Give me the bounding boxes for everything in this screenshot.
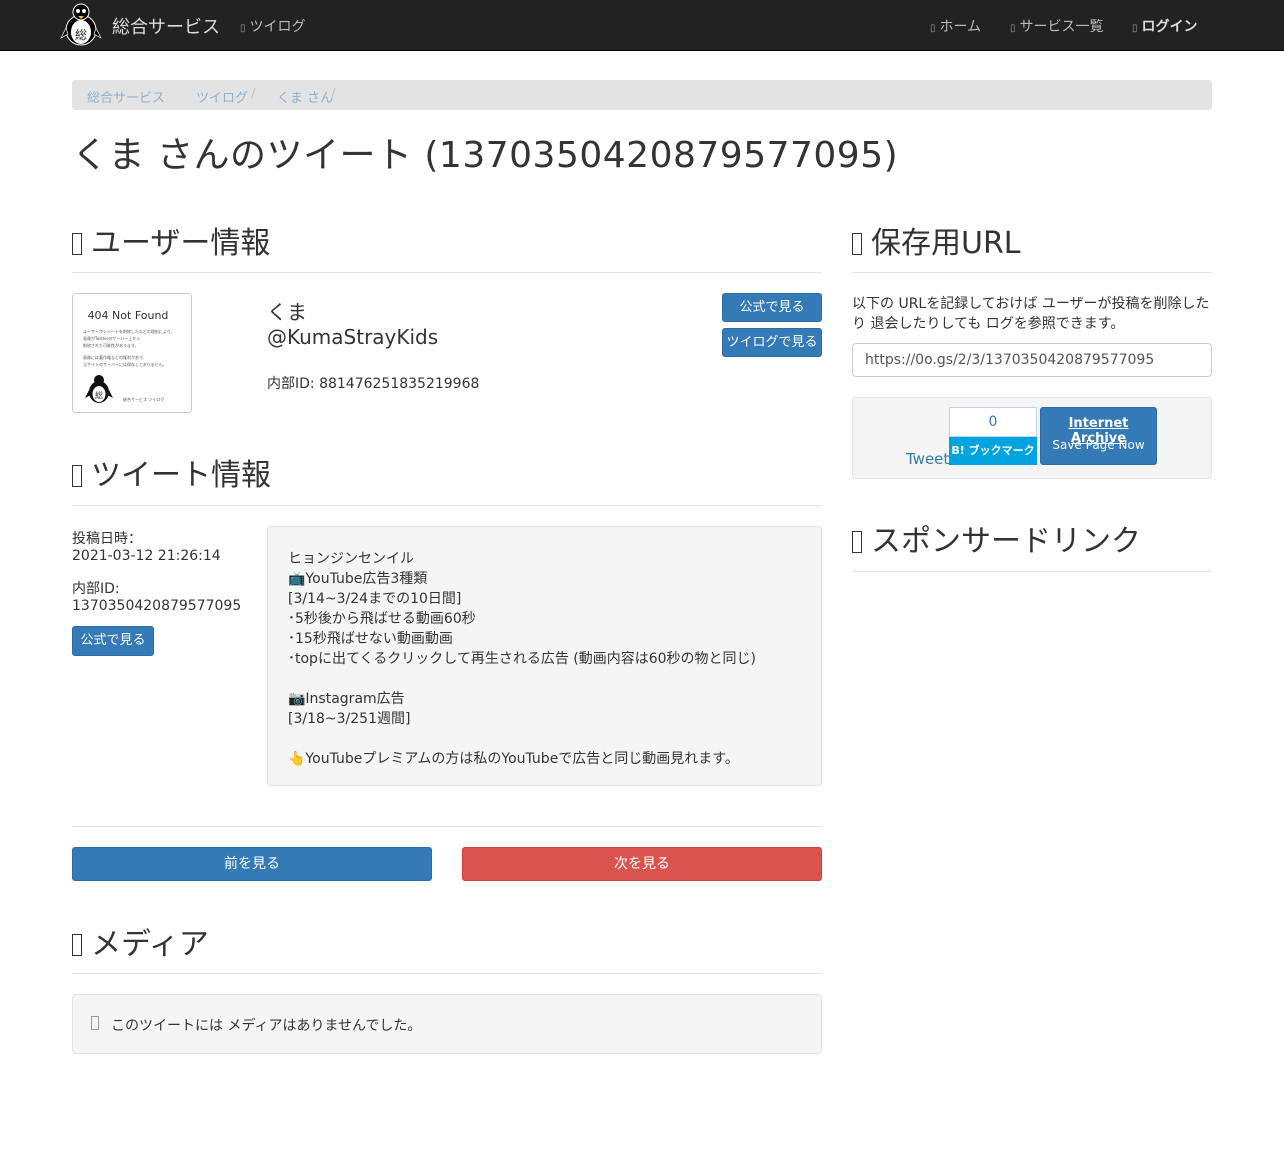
tweet-info-heading: ツイート情報 — [72, 450, 271, 494]
tweet-line: ･15秒飛ばせない動画動画 — [288, 631, 453, 647]
user-display-name: くま — [267, 300, 307, 324]
breadcrumb-item-home[interactable]: 総合サービス — [87, 87, 165, 106]
sponsor-heading: スポンサードリンク — [852, 516, 1141, 560]
tweet-body: ヒョンジンセンイル 📺YouTube広告3種類 [3/14~3/24までの10日… — [267, 526, 822, 786]
divider — [72, 826, 822, 827]
avatar-title: 404 Not Found — [88, 309, 169, 322]
tweet-id-value: 1370350420879577095 — [72, 598, 242, 614]
tweet-id-label: 内部ID: — [72, 581, 120, 597]
login-icon: ▯ — [1132, 23, 1138, 34]
nav-services-label: サービス一覧 — [1019, 19, 1104, 35]
tweet-info-heading-text: ツイート情報 — [91, 458, 271, 493]
avatar-text-line: 当サイトのサーバーには保存しておりません。 — [83, 361, 167, 367]
user-icon — [72, 233, 82, 255]
divider — [72, 973, 822, 974]
user-handle: @KumaStrayKids — [267, 325, 439, 349]
save-url-heading: 保存用URL — [852, 218, 1021, 262]
user-info-heading-text: ユーザー情報 — [91, 226, 271, 261]
penguin-small-icon: 総 — [85, 375, 113, 403]
penguin-logo-icon[interactable]: 総 — [60, 2, 102, 46]
tweet-line: ･5秒後から飛ばせる動画60秒 — [288, 611, 476, 627]
page-title: くま さんのツイート (1370350420879577095) — [72, 135, 899, 176]
nav-tweetlog-label: ツイログ — [249, 19, 306, 35]
divider — [852, 571, 1212, 572]
internet-archive-subtitle: Save Page Now — [1052, 438, 1145, 452]
posted-at-value: 2021-03-12 21:26:14 — [72, 548, 221, 564]
avatar-text-line: 画像がTwitterのサーバー上から — [83, 335, 140, 341]
view-user-tweetlog-button[interactable]: ツイログで見る — [722, 328, 822, 357]
tweet-line: [3/18~3/251週間] — [288, 711, 411, 727]
media-empty-notice: このツイートには メディアはありませんでした。 — [72, 994, 822, 1054]
posted-at-label: 投稿日時： — [72, 531, 142, 547]
next-tweet-button[interactable]: 次を見る — [462, 847, 822, 881]
view-tweet-official-button[interactable]: 公式で見る — [72, 626, 154, 656]
tweet-line: 📷Instagram広告 — [288, 691, 405, 707]
internet-archive-button[interactable]: Internet Archive Save Page Now — [1040, 407, 1157, 465]
nav-home-label: ホーム — [939, 19, 982, 35]
brand-name[interactable]: 総合サービス — [112, 13, 220, 39]
view-user-official-button[interactable]: 公式で見る — [722, 293, 822, 322]
avatar-logo-char: 総 — [95, 390, 103, 400]
info-icon — [91, 1016, 99, 1030]
nav-login-label: ログイン — [1141, 19, 1198, 35]
breadcrumb-item-user[interactable]: くま さん — [277, 87, 333, 106]
comment-icon — [72, 465, 82, 487]
list-icon: ▯ — [240, 23, 246, 34]
avatar: 404 Not Found ユーザーがツイートを削除したなどの理由により、 画像… — [72, 293, 192, 413]
th-list-icon: ▯ — [1010, 23, 1016, 34]
save-url-input[interactable] — [852, 343, 1212, 377]
nav-home[interactable]: ▯ ホーム — [930, 16, 981, 36]
tweet-share-link[interactable]: Tweet — [906, 450, 949, 468]
avatar-footer: 総合サービス ツイログ — [123, 396, 164, 402]
user-info-heading: ユーザー情報 — [72, 218, 270, 262]
avatar-text-line: 画像には著作権などの権利があり、 — [83, 354, 147, 360]
nav-services[interactable]: ▯ サービス一覧 — [1010, 16, 1104, 36]
link-icon — [852, 531, 862, 553]
logo-char: 総 — [75, 28, 87, 42]
media-heading-text: メディア — [91, 927, 209, 962]
hatena-bookmark-button[interactable]: B! ブックマーク — [949, 437, 1037, 465]
nav-tweetlog[interactable]: ▯ ツイログ — [240, 16, 306, 36]
divider — [852, 272, 1212, 273]
divider — [72, 272, 822, 273]
hatena-bookmark-count[interactable]: 0 — [949, 407, 1037, 437]
save-url-heading-text: 保存用URL — [871, 226, 1021, 261]
home-icon: ▯ — [930, 23, 936, 34]
tweet-line: 📺YouTube広告3種類 — [288, 571, 428, 587]
tweet-line: ･topに出てくるクリックして再生される広告 (動画内容は60秒の物と同じ) — [288, 651, 757, 667]
breadcrumb: 総合サービス / ツイログ / くま さん — [72, 80, 1212, 110]
navbar: 総 総合サービス ▯ ツイログ ▯ ホーム ▯ サービス一覧 ▯ ログイン — [0, 0, 1284, 51]
tweet-line: 👆YouTubeプレミアムの方は私のYouTubeで広告と同じ動画見れます。 — [288, 751, 739, 767]
bookmark-icon — [852, 233, 862, 255]
nav-login[interactable]: ▯ ログイン — [1132, 16, 1198, 36]
media-empty-text: このツイートには メディアはありませんでした。 — [111, 1018, 422, 1034]
divider — [72, 505, 822, 506]
user-internal-id: 内部ID: 881476251835219968 — [267, 376, 480, 392]
avatar-not-found-image: 404 Not Found ユーザーがツイートを削除したなどの理由により、 画像… — [83, 309, 175, 403]
media-heading: メディア — [72, 919, 209, 963]
tweet-line: [3/14~3/24までの10日間] — [288, 591, 462, 607]
breadcrumb-item-tweetlog[interactable]: ツイログ — [196, 87, 248, 106]
tweet-line: ヒョンジンセンイル — [288, 551, 414, 567]
breadcrumb-separator: / — [251, 87, 256, 102]
avatar-text-line: 削除された可能性があります。 — [83, 342, 139, 348]
save-url-description: 以下の URLを記録しておけば ユーザーが投稿を削除したり 退会したりしても ロ… — [852, 296, 1210, 332]
avatar-text-line: ユーザーがツイートを削除したなどの理由により、 — [83, 328, 175, 334]
prev-tweet-button[interactable]: 前を見る — [72, 847, 432, 881]
picture-icon — [72, 934, 82, 956]
sponsor-heading-text: スポンサードリンク — [871, 524, 1141, 559]
